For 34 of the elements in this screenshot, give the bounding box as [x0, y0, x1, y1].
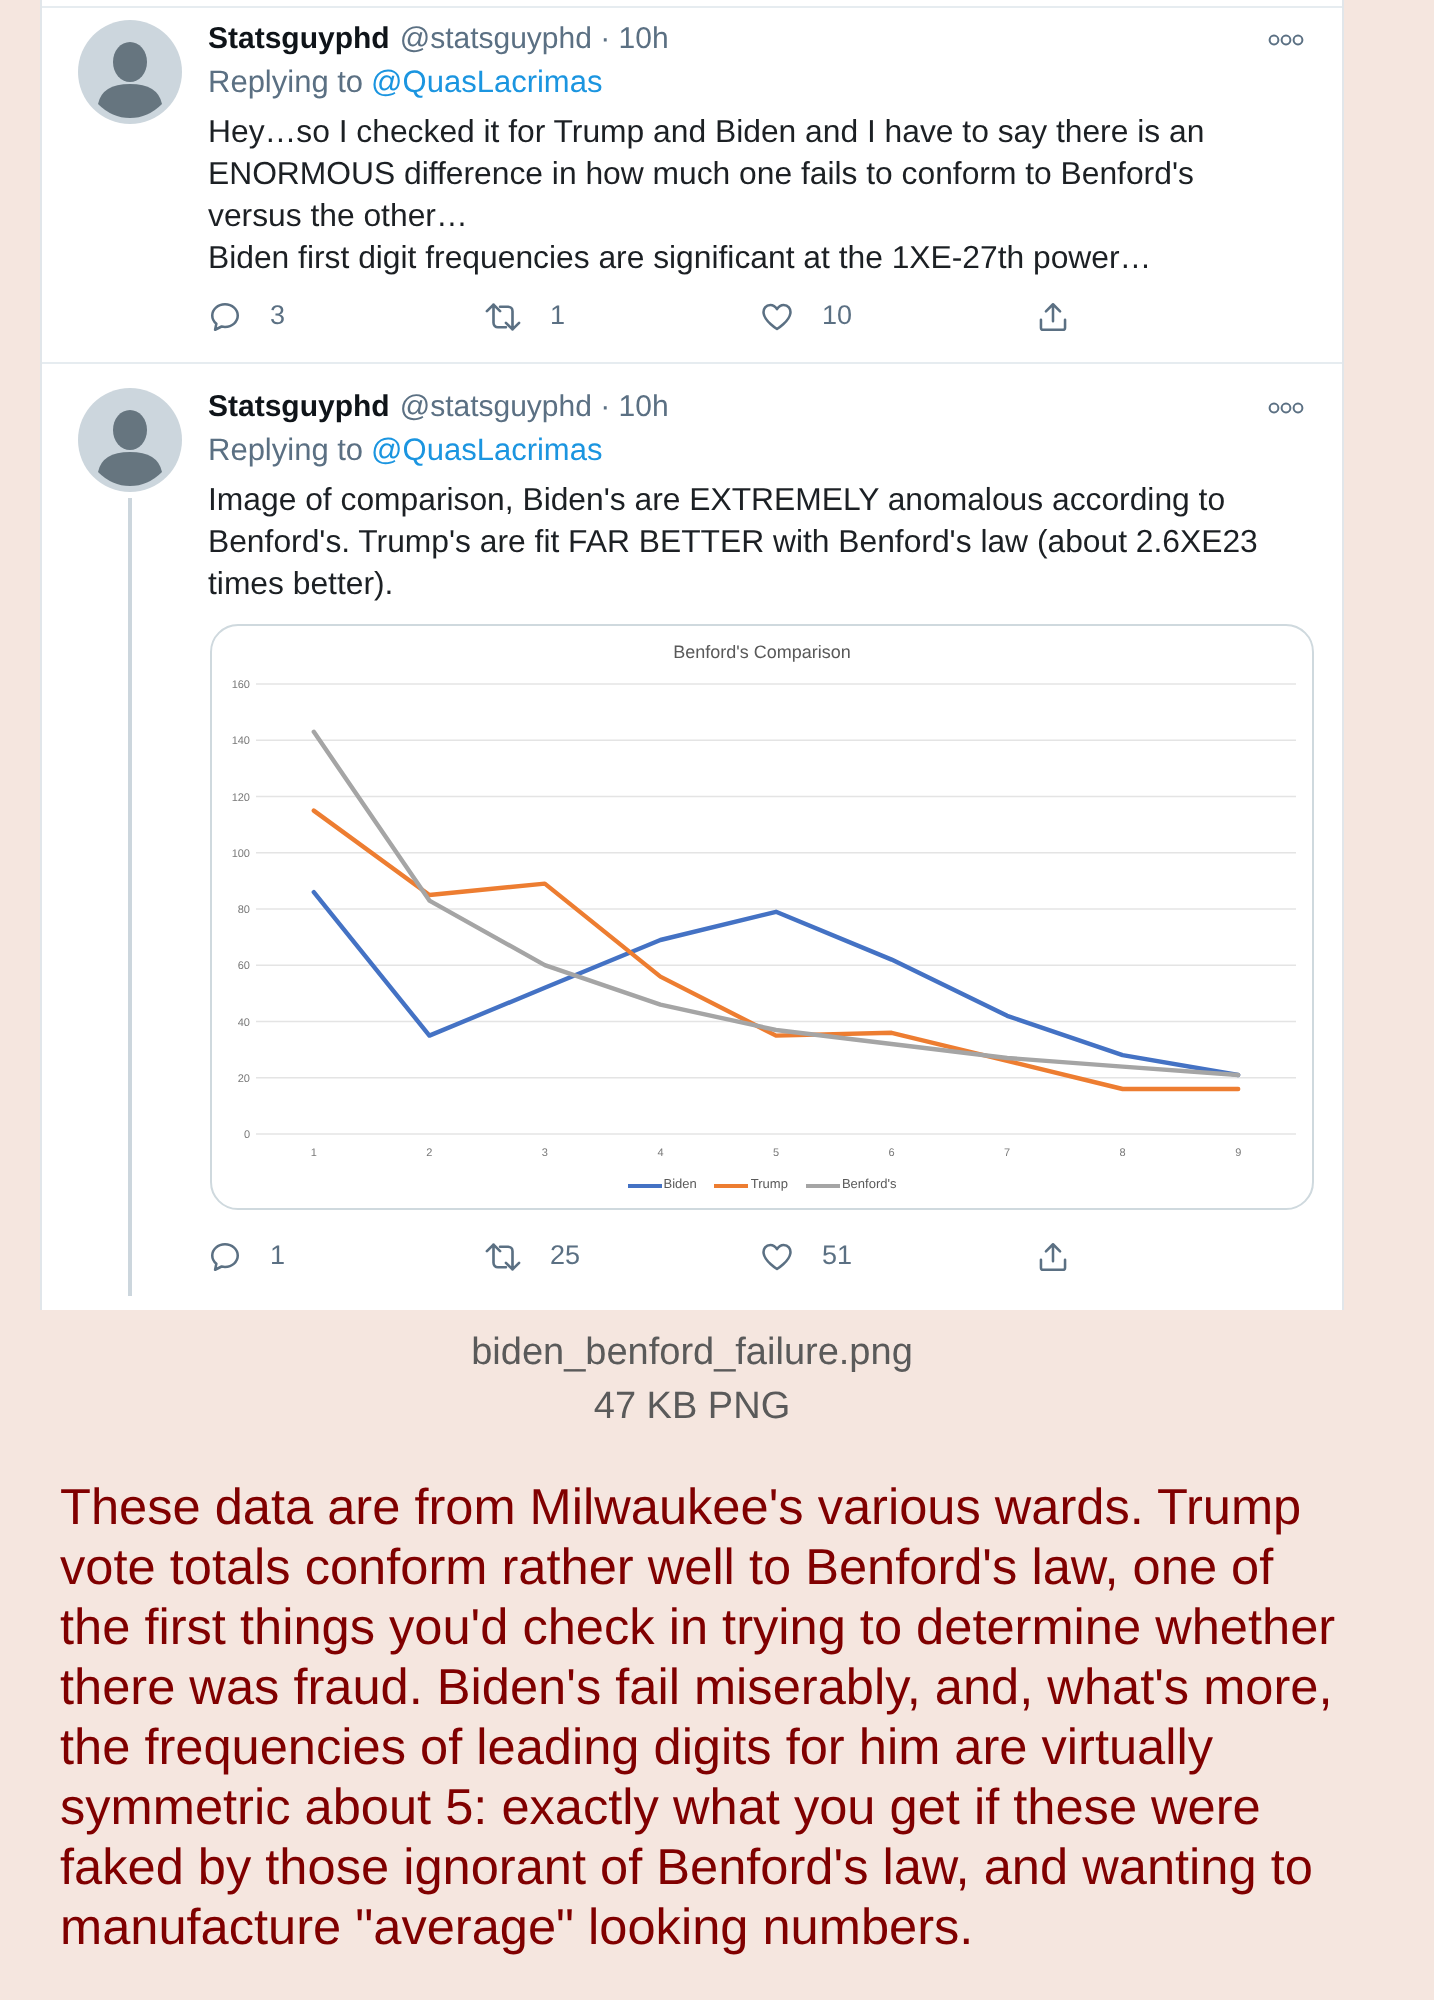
share-icon [1036, 299, 1070, 333]
more-icon[interactable] [1268, 34, 1304, 46]
avatar-icon[interactable] [78, 20, 182, 124]
chart-title: Benford's Comparison [673, 642, 851, 662]
like-button[interactable]: 10 [760, 296, 853, 336]
avatar-icon[interactable] [78, 388, 182, 492]
retweet-arrows-icon [484, 299, 522, 333]
file-name[interactable]: biden_benford_failure.png [471, 1326, 913, 1380]
file-info: 47 KB PNG [593, 1384, 791, 1432]
speech-bubble-icon [208, 299, 242, 333]
mention-link[interactable]: @QuasLacrimas [371, 428, 603, 476]
reply-button[interactable]: 1 [208, 1236, 286, 1276]
tweet-text: Hey…so I checked it for Trump and Biden and I have to say there is an ENORMOUS difference in how much one fails to conform to Benford's versus the other… Biden first digit frequencies are significant at the 1XE-27th power… [208, 114, 1207, 280]
share-button[interactable] [1036, 299, 1070, 333]
retweet-arrows-icon [484, 1239, 522, 1273]
speech-bubble-icon [208, 1239, 242, 1273]
tweet-text: Image of comparison, Biden's are EXTREMELY anomalous according to Benford's. Trump's are fit FAR BETTER with Benford's law (about 2.6XE23 times better). [208, 482, 1260, 606]
heart-icon [760, 1239, 794, 1273]
retweet-button[interactable]: 1 [484, 296, 566, 336]
post-text: These data are from Milwaukee's various wards. Trump vote totals conform rather well to Benford's law, one of the first things you'd check in trying to determine whether there was fraud. Biden's fail miserably, and, what's more, the frequencies of leading digits for him are virtually symmetric about 5: exactly what you get if these were faked by those ignorant of Benford's law, and wanting to manufacture "average" looking numbers. [60, 1478, 1338, 1958]
more-icon[interactable] [1268, 402, 1304, 414]
replying-label: Replying to [208, 432, 364, 472]
author-name[interactable]: Statsguyphd [208, 20, 390, 60]
handle-and-time: @statsguyphd · 10h [399, 20, 669, 60]
mention-link[interactable]: @QuasLacrimas [371, 60, 603, 108]
handle-and-time: @statsguyphd · 10h [399, 388, 669, 428]
like-button[interactable]: 51 [760, 1236, 853, 1276]
retweet-button[interactable]: 25 [484, 1236, 581, 1276]
replying-label: Replying to [208, 64, 364, 104]
author-name[interactable]: Statsguyphd [208, 388, 390, 428]
heart-icon [760, 299, 794, 333]
share-button[interactable] [1036, 1239, 1070, 1273]
reply-button[interactable]: 3 [208, 296, 286, 336]
share-icon [1036, 1239, 1070, 1273]
